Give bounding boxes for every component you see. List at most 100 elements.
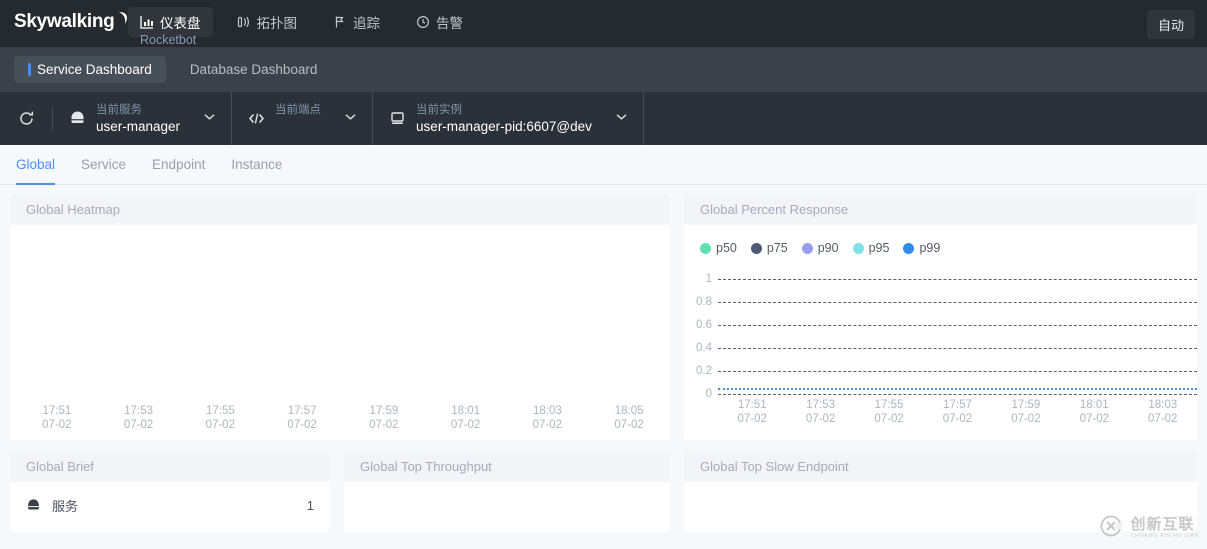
x-tick: 17:57 07-02 [942,399,973,425]
percent-response-plot: 1 0.8 0.6 0.4 0.2 0 [684,273,1197,400]
legend-item-p90[interactable]: p90 [801,241,839,255]
logo-text: Skywalking [14,11,115,32]
service-icon [26,498,52,513]
x-tick: 18:01 07-02 [450,405,481,431]
service-icon [69,110,86,127]
subtab-global[interactable]: Global [16,145,56,185]
selector-endpoint-text: 当前端点 [275,103,321,135]
selector-service[interactable]: 当前服务 user-manager [53,92,233,145]
gridline-row: 0.2 [684,365,1197,377]
list-item: 服务 1 [26,496,314,515]
legend-label-p75: p75 [766,241,788,255]
x-tick: 17:53 07-02 [123,405,154,431]
bottom-panels-row: Global Brief 服务 1 Global Top Throughput … [10,451,1197,532]
tab-label-service-dashboard: Service Dashboard [37,62,152,77]
alarm-clock-icon [416,15,430,29]
subtab-service[interactable]: Service [81,145,126,185]
chart-global-heatmap[interactable]: 17:51 07-02 17:53 07-02 17:55 07-02 17:57 07… [10,225,670,440]
gridline-row: 0.4 [684,342,1197,354]
watermark-cn: 创新互联 [1130,516,1195,534]
legend-label-p99: p99 [919,241,941,255]
chevron-down-icon[interactable] [204,113,215,124]
gridline [718,324,1197,326]
panel-global-percent-response: Global Percent Response p50 p75 p90 p95 … [684,194,1197,440]
legend-dot-p95 [852,242,864,254]
subtab-endpoint[interactable]: Endpoint [152,145,205,185]
dashboard-content: Global Heatmap 17:51 07-02 17:53 07-02 17:… [0,185,1207,532]
legend-item-p75[interactable]: p75 [750,241,788,255]
nav-label-trace: 追踪 [353,16,380,31]
app-logo[interactable]: Skywalking [0,0,127,33]
chevron-down-icon[interactable] [345,113,356,124]
main-nav: 仪表盘 Rocketbot 拓扑图 追踪 告警 [122,0,481,47]
y-tick: 0.2 [696,365,712,377]
selector-service-label: 当前服务 [96,103,142,116]
x-tick: 17:55 07-02 [874,399,904,425]
watermark-en: CHUANG XIN HU LIAN [1130,533,1199,540]
x-tick: 17:51 07-02 [42,405,72,431]
refresh-icon[interactable] [0,92,52,145]
sub-tabs: Global Service Endpoint Instance [0,145,1207,185]
y-tick: 0.6 [696,319,712,331]
nav-item-alarm[interactable]: 告警 [404,7,475,37]
watermark: 创新互联 CHUANG XIN HU LIAN [1099,514,1199,543]
brief-metric-value: 1 [306,498,314,513]
panel-title-global-top-slow-endpoint: Global Top Slow Endpoint [684,451,1197,482]
legend-dot-p90 [801,242,813,254]
selector-endpoint-value [275,118,321,135]
dashboard-tab-strip: Service Dashboard Database Dashboard [0,47,1207,92]
panel-global-top-throughput: Global Top Throughput [344,451,670,532]
nav-label-dashboard: 仪表盘 [160,16,201,31]
instance-monitor-icon [389,110,406,127]
heatmap-x-axis: 17:51 07-02 17:53 07-02 17:55 07-02 17:57 07… [10,404,670,432]
nav-item-dashboard[interactable]: 仪表盘 Rocketbot [128,7,213,47]
selector-endpoint[interactable]: 当前端点 [232,92,374,145]
legend-label-p90: p90 [817,241,839,255]
nav-label-alarm: 告警 [436,16,463,31]
percent-x-axis: 17:51 07-02 17:53 07-02 17:55 07-02 17:57 07… [684,398,1197,426]
y-tick: 0 [705,388,712,400]
chart-legend: p50 p75 p90 p95 p99 [684,225,1197,255]
chart-bar-icon [140,15,154,29]
legend-dot-p75 [750,242,762,254]
gridline [718,347,1197,349]
tab-label-database-dashboard: Database Dashboard [189,62,318,77]
x-tick: 17:51 07-02 [737,399,767,425]
x-tick: 18:05 07-02 [614,405,644,431]
legend-item-p99[interactable]: p99 [903,241,940,255]
auto-refresh-button[interactable]: 自动 [1146,10,1195,39]
nav-item-topology[interactable]: 拓扑图 [225,7,310,37]
panel-title-global-brief: Global Brief [10,451,330,482]
legend-dot-p50 [700,242,711,254]
legend-item-p50[interactable]: p50 [700,241,737,255]
nav-item-trace[interactable]: 追踪 [321,7,392,37]
selector-bar: 当前服务 user-manager 当前端点 当前实例 user-manager… [0,92,1207,145]
x-tick: 17:55 07-02 [205,405,236,431]
selector-instance-text: 当前实例 user-manager-pid:6607@dev [416,103,592,135]
chevron-down-icon[interactable] [616,113,627,124]
x-tick: 18:01 07-02 [1079,399,1110,425]
active-indicator-bar [28,63,31,76]
watermark-logo-icon [1099,514,1125,543]
selector-instance[interactable]: 当前实例 user-manager-pid:6607@dev [373,92,644,145]
gridline [718,301,1197,303]
global-brief-body: 服务 1 [10,482,330,515]
nav-label-topology: 拓扑图 [256,16,298,31]
legend-label-p50: p50 [716,241,737,255]
selector-service-value: user-manager [96,118,181,134]
global-top-throughput-body [344,482,670,532]
x-tick: 18:03 07-02 [1148,399,1178,425]
x-tick: 17:57 07-02 [287,405,317,431]
selector-instance-value: user-manager-pid:6607@dev [416,118,592,134]
chart-global-percent-response[interactable]: p50 p75 p90 p95 p99 1 0.8 0.6 0.4 0.2 0 … [684,225,1197,440]
charts-row: Global Heatmap 17:51 07-02 17:53 07-02 17:… [10,194,1197,440]
y-tick: 0.4 [696,342,712,354]
tab-database-dashboard[interactable]: Database Dashboard [176,56,332,83]
subtab-instance[interactable]: Instance [231,145,282,185]
legend-item-p95[interactable]: p95 [852,241,889,255]
x-tick: 17:59 07-02 [1011,399,1041,425]
y-tick: 1 [705,273,712,285]
gridline-row: 0.6 [684,319,1197,331]
panel-global-heatmap: Global Heatmap 17:51 07-02 17:53 07-02 17:… [10,194,670,440]
tab-service-dashboard[interactable]: Service Dashboard [14,56,166,83]
